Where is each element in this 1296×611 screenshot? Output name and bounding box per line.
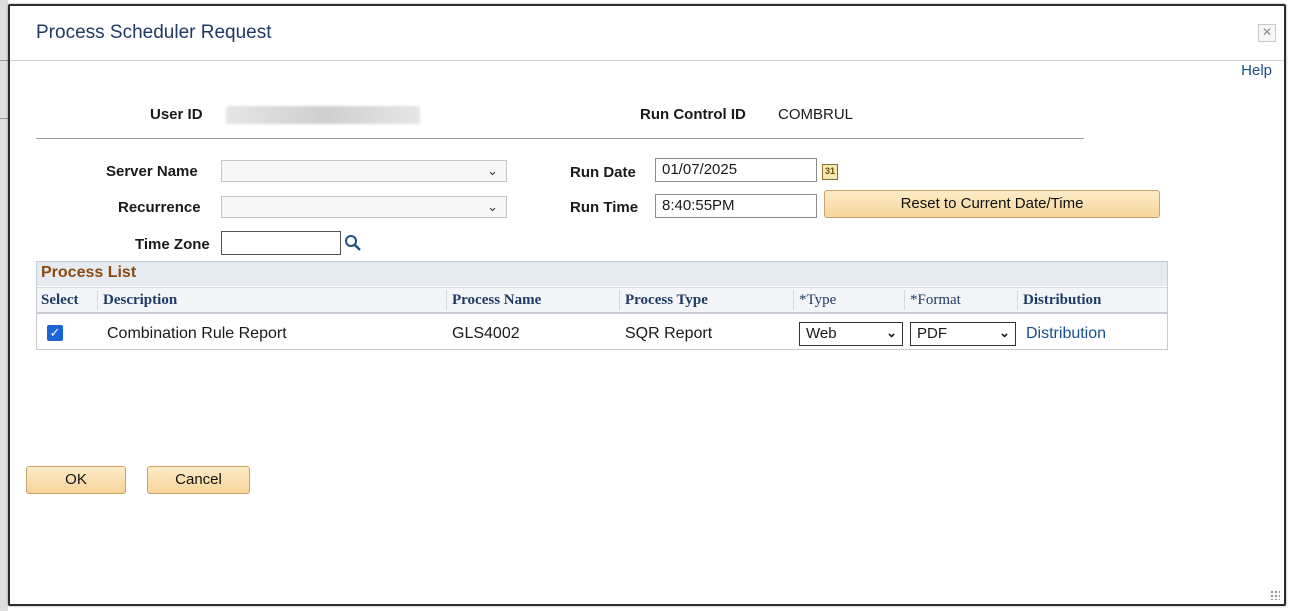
background-strip	[0, 0, 8, 611]
run-control-id-value: COMBRUL	[778, 106, 854, 123]
chevron-down-icon: ⌄	[487, 199, 498, 214]
reset-datetime-button[interactable]: Reset to Current Date/Time	[824, 190, 1160, 218]
recurrence-select[interactable]: ⌄	[221, 196, 507, 218]
distribution-link[interactable]: Distribution	[1026, 325, 1106, 343]
process-list-grid: Process List Select Description Process …	[36, 261, 1168, 350]
time-zone-input[interactable]	[221, 231, 341, 255]
dialog-title: Process Scheduler Request	[36, 22, 272, 43]
column-header-format: *Format	[910, 292, 961, 308]
chevron-down-icon: ⌄	[999, 325, 1010, 340]
column-header-row: Select Description Process Name Process …	[37, 287, 1167, 314]
run-time-input[interactable]: 8:40:55PM	[655, 194, 817, 218]
close-icon[interactable]: ✕	[1258, 24, 1276, 42]
type-select[interactable]: Web ⌄	[799, 322, 903, 346]
user-id-label: User ID	[150, 106, 203, 123]
run-control-id-label: Run Control ID	[640, 106, 746, 123]
run-time-label: Run Time	[570, 199, 639, 216]
column-separator	[904, 290, 905, 310]
help-link[interactable]: Help	[1241, 62, 1272, 79]
cancel-button[interactable]: Cancel	[147, 466, 250, 494]
divider	[0, 60, 8, 61]
server-name-label: Server Name	[106, 163, 198, 180]
row-process-name: GLS4002	[452, 325, 520, 342]
column-separator	[619, 290, 620, 310]
calendar-icon[interactable]: 31	[822, 164, 838, 180]
server-name-select[interactable]: ⌄	[221, 160, 507, 182]
column-header-type: *Type	[799, 292, 837, 308]
column-separator	[793, 290, 794, 310]
type-value: Web	[806, 325, 837, 342]
row-process-type: SQR Report	[625, 325, 713, 342]
column-header-process-name: Process Name	[452, 292, 542, 308]
process-list-title: Process List	[41, 264, 137, 281]
format-select[interactable]: PDF ⌄	[910, 322, 1016, 346]
user-id-value-redacted	[226, 106, 420, 124]
run-date-input[interactable]: 01/07/2025	[655, 158, 817, 182]
chevron-down-icon: ⌄	[886, 325, 897, 340]
column-separator	[97, 290, 98, 310]
ok-button[interactable]: OK	[26, 466, 126, 494]
column-separator	[446, 290, 447, 310]
column-header-distribution: Distribution	[1023, 292, 1102, 308]
column-header-description: Description	[103, 292, 178, 308]
process-scheduler-dialog: Process Scheduler Request ✕ Help User ID…	[8, 4, 1286, 606]
chevron-down-icon: ⌄	[487, 163, 498, 178]
time-zone-label: Time Zone	[135, 236, 210, 253]
column-header-select: Select	[41, 292, 79, 308]
select-checkbox[interactable]: ✓	[47, 325, 63, 341]
search-icon[interactable]	[344, 234, 362, 252]
column-header-process-type: Process Type	[625, 292, 708, 308]
column-separator	[1017, 290, 1018, 310]
process-list-header: Process List	[37, 262, 1167, 286]
header-divider	[36, 138, 1084, 139]
run-date-label: Run Date	[570, 164, 636, 181]
dialog-titlebar: Process Scheduler Request ✕	[10, 6, 1284, 61]
recurrence-label: Recurrence	[118, 199, 201, 216]
resize-grip-icon[interactable]	[1270, 590, 1280, 600]
divider	[0, 118, 8, 119]
format-value: PDF	[917, 325, 947, 342]
row-description: Combination Rule Report	[107, 325, 287, 342]
